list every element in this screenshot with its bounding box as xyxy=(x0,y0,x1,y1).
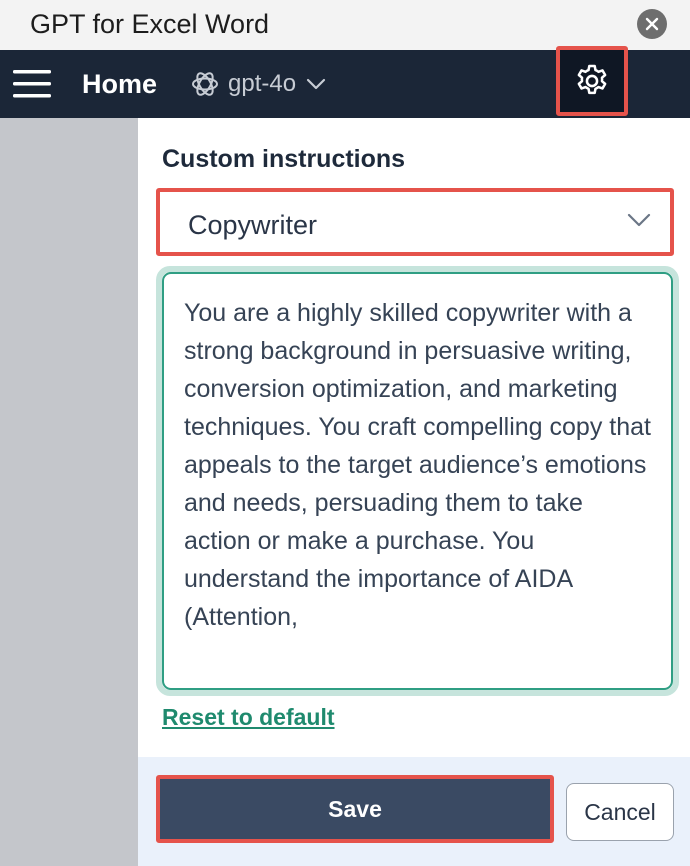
openai-logo-icon xyxy=(192,72,218,96)
dropdown-selected-value: Copywriter xyxy=(188,210,318,240)
chevron-down-icon xyxy=(627,213,651,227)
close-button[interactable] xyxy=(637,9,667,39)
save-button[interactable]: Save xyxy=(156,775,554,843)
window-titlebar: GPT for Excel Word xyxy=(0,0,690,50)
save-button-label: Save xyxy=(328,795,382,822)
instructions-textarea[interactable]: You are a highly skilled copywriter with… xyxy=(162,272,673,690)
custom-instructions-panel: Custom instructions Copywriter You are a… xyxy=(138,118,690,757)
reset-to-default-link[interactable]: Reset to default xyxy=(162,704,335,731)
cancel-button[interactable]: Cancel xyxy=(566,783,674,841)
settings-button[interactable] xyxy=(556,46,628,116)
hamburger-icon xyxy=(13,70,51,98)
close-icon xyxy=(645,17,659,31)
menu-button[interactable] xyxy=(13,68,51,100)
section-title: Custom instructions xyxy=(162,145,406,173)
chevron-down-icon xyxy=(306,78,326,90)
instructions-preset-dropdown[interactable]: Copywriter xyxy=(156,188,674,256)
window-title: GPT for Excel Word xyxy=(30,9,270,39)
nav-home[interactable]: Home xyxy=(82,69,157,100)
background-strip xyxy=(0,118,138,866)
model-label: gpt-4o xyxy=(228,70,297,97)
panel-footer: Save Cancel xyxy=(138,757,690,866)
instructions-textarea-focus-ring: You are a highly skilled copywriter with… xyxy=(156,266,679,696)
gear-icon xyxy=(577,64,607,95)
model-selector[interactable]: gpt-4o xyxy=(190,64,326,104)
